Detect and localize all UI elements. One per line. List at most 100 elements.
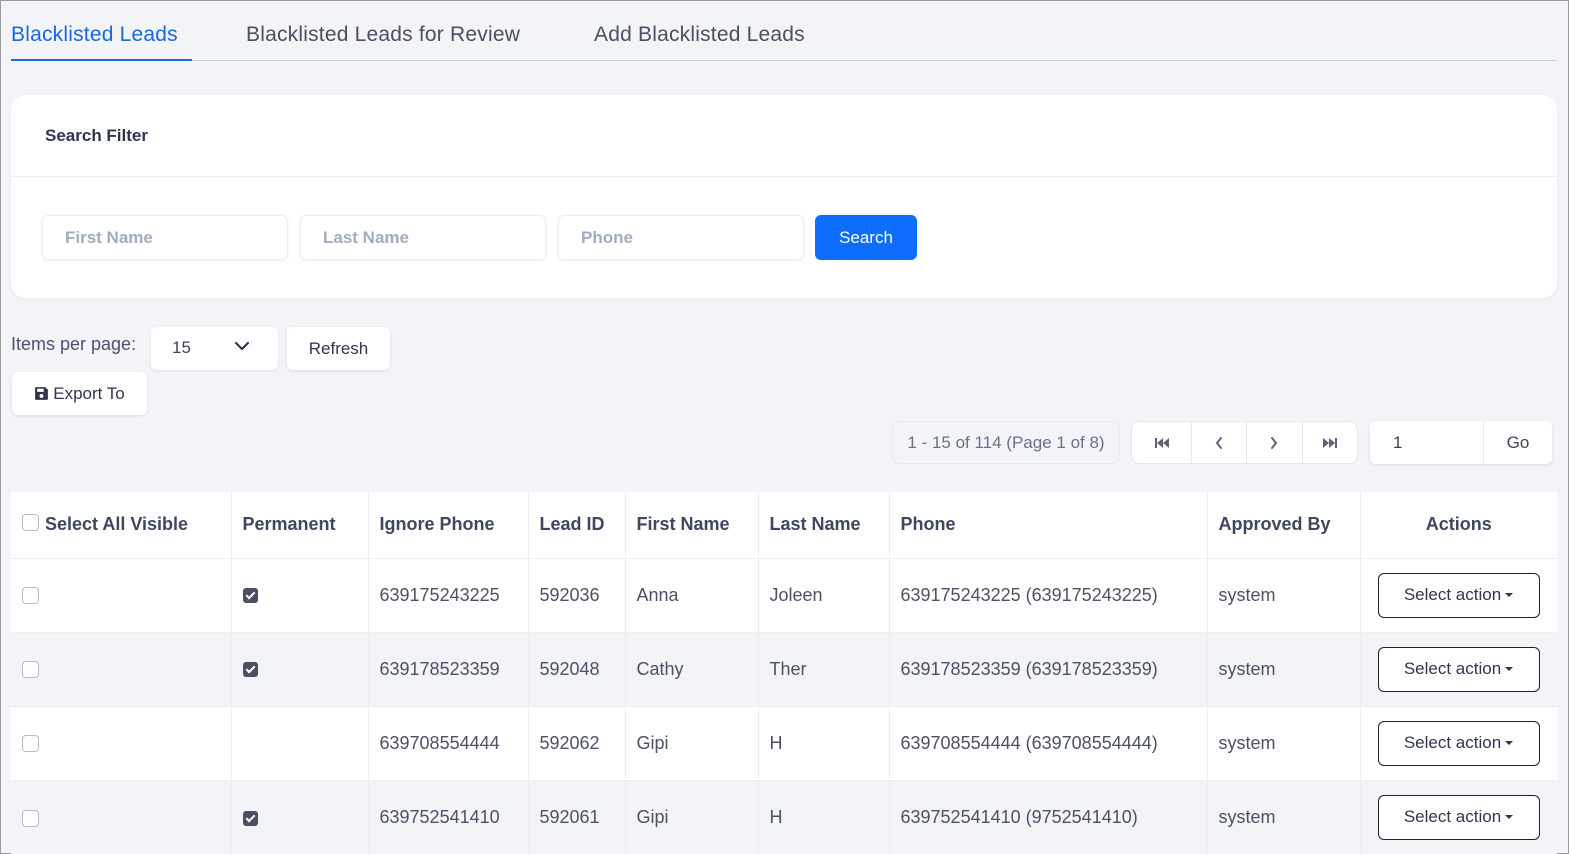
row-select-checkbox[interactable]	[22, 661, 39, 679]
actions-cell: Select action	[1360, 705, 1557, 780]
ignore-phone-cell: 639708554444	[368, 705, 529, 780]
ignore-phone-cell: 639175243225	[368, 557, 529, 632]
header-permanent[interactable]: Permanent	[231, 492, 369, 558]
header-lead-id[interactable]: Lead ID	[528, 492, 626, 558]
header-first-name[interactable]: First Name	[625, 492, 759, 558]
lead-id-cell: 592036	[528, 557, 626, 632]
table-row: 639178523359 592048 Cathy Ther 639178523359 …	[11, 631, 1557, 706]
row-select-checkbox[interactable]	[22, 809, 39, 827]
export-label: Export To	[53, 383, 125, 403]
lead-id-cell: 592048	[528, 631, 626, 706]
prev-page-button[interactable]	[1192, 422, 1248, 463]
last-name-cell: H	[758, 779, 890, 854]
header-ignore-phone[interactable]: Ignore Phone	[368, 492, 529, 558]
first-name-input[interactable]	[42, 215, 288, 260]
permanent-checkbox-checked[interactable]	[242, 810, 258, 826]
refresh-label: Refresh	[308, 338, 369, 358]
phone-input[interactable]	[558, 215, 804, 260]
table-row: 639175243225 592036 Anna Joleen 639175243225…	[11, 557, 1557, 632]
caret-down-icon	[1505, 667, 1514, 671]
tab-bar: Blacklisted Leads Blacklisted Leads for …	[11, 1, 1557, 61]
actions-cell: Select action	[1360, 557, 1557, 632]
tab-add-blacklisted-leads[interactable]: Add Blacklisted Leads	[594, 23, 805, 47]
items-per-page-label: Items per page:	[11, 334, 137, 354]
refresh-button[interactable]: Refresh	[287, 327, 390, 370]
items-per-page-select[interactable]: 15	[151, 327, 278, 370]
select-action-dropdown[interactable]: Select action	[1377, 794, 1540, 840]
first-page-button[interactable]	[1132, 422, 1192, 463]
header-select-all: Select All Visible	[11, 492, 232, 558]
first-name-cell: Cathy	[625, 631, 759, 706]
select-action-dropdown[interactable]: Select action	[1377, 646, 1540, 692]
export-button[interactable]: Export To	[12, 372, 147, 415]
phone-cell: 639175243225 (639175243225)	[889, 557, 1208, 632]
page-number-input[interactable]	[1370, 421, 1484, 464]
search-filter-title: Search Filter	[45, 126, 148, 145]
select-action-dropdown[interactable]: Select action	[1377, 572, 1540, 618]
permanent-cell	[231, 557, 369, 632]
header-approved-by[interactable]: Approved By	[1207, 492, 1361, 558]
blacklisted-leads-table: Select All Visible Permanent Ignore Phon…	[11, 492, 1557, 854]
active-tab-indicator	[11, 59, 192, 61]
last-page-icon	[1322, 437, 1337, 448]
row-select-cell	[11, 705, 232, 780]
last-name-cell: Ther	[758, 631, 890, 706]
last-name-cell: H	[758, 705, 890, 780]
approved-by-cell: system	[1207, 705, 1361, 780]
phone-cell: 639708554444 (639708554444)	[889, 705, 1208, 780]
first-name-cell: Anna	[625, 557, 759, 632]
chevron-right-icon	[1271, 436, 1278, 449]
approved-by-cell: system	[1207, 779, 1361, 854]
next-page-button[interactable]	[1247, 422, 1303, 463]
first-name-cell: Gipi	[625, 705, 759, 780]
permanent-checkbox-checked[interactable]	[242, 588, 258, 604]
save-icon	[35, 387, 49, 400]
first-name-cell: Gipi	[625, 779, 759, 854]
pagination-controls	[1131, 421, 1358, 464]
lead-id-cell: 592062	[528, 705, 626, 780]
last-page-button[interactable]	[1303, 422, 1357, 463]
phone-cell: 639178523359 (639178523359)	[889, 631, 1208, 706]
goto-page-group: Go	[1370, 421, 1552, 464]
divider	[11, 176, 1557, 177]
row-select-cell	[11, 631, 232, 706]
select-all-checkbox[interactable]	[22, 514, 39, 531]
header-last-name[interactable]: Last Name	[758, 492, 890, 558]
table-row: 639752541410 592061 Gipi H 639752541410 (975…	[11, 779, 1557, 854]
tab-blacklisted-leads-review[interactable]: Blacklisted Leads for Review	[246, 23, 520, 47]
select-action-label: Select action	[1403, 807, 1502, 827]
tab-blacklisted-leads[interactable]: Blacklisted Leads	[11, 23, 178, 47]
first-page-icon	[1154, 437, 1169, 448]
header-phone[interactable]: Phone	[889, 492, 1208, 558]
row-select-cell	[11, 557, 232, 632]
phone-cell: 639752541410 (9752541410)	[889, 779, 1208, 854]
permanent-checkbox-checked[interactable]	[242, 662, 258, 678]
chevron-left-icon	[1215, 436, 1223, 449]
actions-cell: Select action	[1360, 631, 1557, 706]
row-select-checkbox[interactable]	[22, 587, 39, 605]
actions-cell: Select action	[1360, 779, 1557, 854]
row-select-checkbox[interactable]	[22, 735, 39, 753]
go-button[interactable]: Go	[1484, 421, 1552, 464]
last-name-input[interactable]	[300, 215, 546, 260]
search-filter-card: Search Filter Search	[11, 95, 1557, 298]
permanent-cell	[231, 779, 369, 854]
ignore-phone-cell: 639178523359	[368, 631, 529, 706]
lead-id-cell: 592061	[528, 779, 626, 854]
last-name-cell: Joleen	[758, 557, 890, 632]
approved-by-cell: system	[1207, 557, 1361, 632]
select-action-label: Select action	[1403, 585, 1502, 604]
header-actions: Actions	[1425, 514, 1492, 535]
select-all-label: Select All Visible	[45, 514, 189, 535]
caret-down-icon	[1505, 815, 1514, 820]
approved-by-cell: system	[1207, 631, 1361, 706]
items-per-page-value: 15	[172, 338, 191, 357]
permanent-cell	[231, 705, 369, 780]
table-row: 639708554444 592062 Gipi H 639708554444 (639…	[11, 705, 1557, 780]
permanent-cell	[231, 631, 369, 706]
row-select-cell	[11, 779, 232, 854]
search-button[interactable]: Search	[815, 215, 917, 260]
select-action-dropdown[interactable]: Select action	[1377, 720, 1540, 766]
pagination-info: 1 - 15 of 114 (Page 1 of 8)	[892, 421, 1120, 464]
select-action-label: Select action	[1403, 733, 1502, 752]
